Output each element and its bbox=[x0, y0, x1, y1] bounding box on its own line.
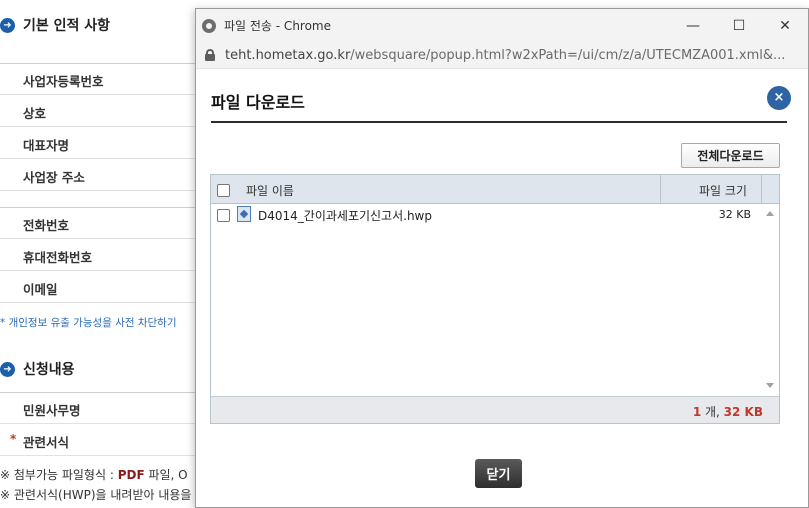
column-header-name[interactable]: 파일 이름 bbox=[246, 182, 294, 199]
attachment-format-note: ※ 첨부가능 파일형식 : PDF 파일, O bbox=[0, 468, 188, 482]
form-row-representative: 대표자명 bbox=[0, 127, 200, 159]
column-divider bbox=[761, 175, 762, 204]
window-close-button[interactable]: ✕ bbox=[762, 9, 808, 42]
address-bar[interactable]: teht.hometax.go.kr/websquare/popup.html?… bbox=[196, 42, 808, 69]
file-size: 32 KB bbox=[718, 208, 751, 221]
scroll-up-icon[interactable] bbox=[766, 211, 774, 216]
column-header-size[interactable]: 파일 크기 bbox=[699, 182, 747, 199]
download-all-button[interactable]: 전체다운로드 bbox=[681, 143, 780, 168]
form-label: 휴대전화번호 bbox=[23, 250, 93, 265]
privacy-note: * 개인정보 유출 가능성을 사전 차단하기 bbox=[0, 317, 177, 329]
form-label: 관련서식 bbox=[23, 435, 70, 450]
scroll-down-icon[interactable] bbox=[766, 383, 774, 388]
form-row-related-form: * 관련서식 bbox=[0, 424, 200, 456]
hwp-file-icon bbox=[237, 206, 251, 222]
maximize-button[interactable]: ☐ bbox=[716, 9, 762, 42]
form-row-mobile: 휴대전화번호 bbox=[0, 239, 200, 271]
dialog-content: 파일 다운로드 × 전체다운로드 파일 이름 파일 크기 D4014_간이과세포… bbox=[196, 69, 808, 507]
form-row-business-number: 사업자등록번호 bbox=[0, 63, 200, 95]
column-divider bbox=[660, 175, 661, 204]
form-label: 상호 bbox=[23, 106, 47, 121]
url-host: teht.hometax.go.kr bbox=[225, 47, 351, 63]
file-grid: 파일 이름 파일 크기 D4014_간이과세포기신고서.hwp 32 KB 1 … bbox=[210, 174, 780, 424]
window-title: 파일 전송 - Chrome bbox=[224, 19, 332, 33]
form-label: 이메일 bbox=[23, 282, 58, 297]
window-titlebar[interactable]: 파일 전송 - Chrome — ☐ ✕ bbox=[196, 9, 808, 42]
file-count-unit: 개, bbox=[701, 405, 724, 419]
section-basic-info-title: 기본 인적 사항 bbox=[23, 18, 111, 34]
minimize-button[interactable]: — bbox=[670, 9, 716, 42]
lock-icon[interactable] bbox=[205, 49, 215, 61]
form-label: 민원사무명 bbox=[23, 403, 81, 418]
file-count: 1 bbox=[692, 405, 702, 419]
arrow-right-circle-icon: ➜ bbox=[0, 17, 15, 33]
section-request-header: ➜ 신청내용 bbox=[0, 354, 75, 384]
grid-summary-bar: 1 개, 32 KB bbox=[211, 396, 779, 423]
title-divider bbox=[211, 121, 787, 123]
grid-header: 파일 이름 파일 크기 bbox=[211, 175, 779, 204]
close-circle-icon[interactable]: × bbox=[767, 86, 791, 110]
related-form-note: ※ 관련서식(HWP)을 내려받아 내용을 bbox=[0, 488, 192, 502]
row-checkbox[interactable] bbox=[217, 209, 230, 222]
form-label: 대표자명 bbox=[23, 138, 70, 153]
form-row-email: 이메일 bbox=[0, 271, 200, 303]
dialog-title: 파일 다운로드 bbox=[211, 93, 305, 112]
total-size: 32 KB bbox=[723, 405, 763, 419]
file-transfer-popup-window: 파일 전송 - Chrome — ☐ ✕ teht.hometax.go.kr /… bbox=[195, 8, 809, 508]
form-row-company-name: 상호 bbox=[0, 95, 200, 127]
form-label: 사업장 주소 bbox=[23, 170, 85, 185]
arrow-right-circle-icon: ➜ bbox=[0, 361, 15, 377]
section-request-title: 신청내용 bbox=[23, 362, 75, 378]
form-row-address: 사업장 주소 bbox=[0, 159, 200, 191]
form-label: 사업자등록번호 bbox=[23, 74, 104, 89]
url-path: /websquare/popup.html?w2xPath=/ui/cm/z/a… bbox=[350, 47, 786, 63]
file-name[interactable]: D4014_간이과세포기신고서.hwp bbox=[258, 207, 432, 224]
close-button[interactable]: 닫기 bbox=[475, 459, 522, 488]
form-row-service-name: 민원사무명 bbox=[0, 392, 200, 424]
form-row-phone: 전화번호 bbox=[0, 207, 200, 239]
grid-scrollbar[interactable] bbox=[762, 204, 779, 394]
select-all-checkbox[interactable] bbox=[217, 184, 230, 197]
file-summary: 1 개, 32 KB bbox=[693, 403, 763, 420]
section-basic-info-header: ➜ 기본 인적 사항 bbox=[0, 10, 110, 40]
chrome-icon bbox=[202, 18, 216, 33]
table-row[interactable]: D4014_간이과세포기신고서.hwp 32 KB bbox=[211, 204, 763, 226]
form-label: 전화번호 bbox=[23, 218, 70, 233]
required-marker: * bbox=[10, 432, 17, 446]
